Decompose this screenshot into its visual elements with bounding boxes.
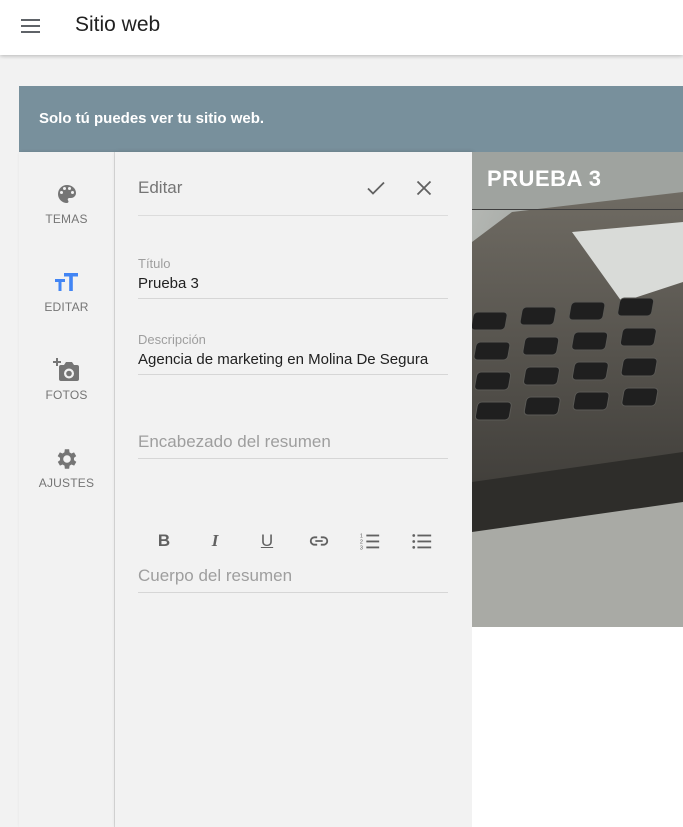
banner-text: Solo tú puedes ver tu sitio web. <box>39 110 265 127</box>
menu-icon[interactable] <box>20 15 42 37</box>
close-icon <box>416 180 432 196</box>
preview-content-area <box>472 627 683 827</box>
editor-panel: Editar Título Prueba 3 Descripción Agenc… <box>115 152 472 827</box>
editor-title: Editar <box>138 178 183 197</box>
numbered-list-button[interactable]: 1 2 3 <box>357 528 383 554</box>
preview-title-divider <box>472 209 683 210</box>
site-preview: PRUEBA 3 <box>472 152 683 627</box>
rail-label-ajustes: AJUSTES <box>38 476 95 490</box>
italic-button[interactable]: I <box>202 528 228 554</box>
rail-label-temas: TEMAS <box>45 212 88 226</box>
preview-site-title: PRUEBA 3 <box>487 166 602 191</box>
confirm-button[interactable] <box>364 176 388 200</box>
add-photo-icon <box>52 358 79 381</box>
description-input[interactable]: Agencia de marketing en Molina De Segura <box>138 351 448 375</box>
bold-button[interactable]: B <box>151 528 177 554</box>
gear-icon <box>57 449 76 469</box>
title-input[interactable]: Prueba 3 <box>138 275 448 299</box>
description-field[interactable]: Descripción Agencia de marketing en Moli… <box>138 332 448 375</box>
summary-body-field[interactable]: Cuerpo del resumen <box>138 566 448 593</box>
link-icon <box>309 536 329 546</box>
app-title: Sitio web <box>75 13 161 36</box>
side-rail: TEMAS EDITAR FOTOS AJUSTES <box>19 152 115 827</box>
title-field[interactable]: Título Prueba 3 <box>138 256 448 299</box>
close-button[interactable] <box>412 176 436 200</box>
summary-body-input[interactable]: Cuerpo del resumen <box>138 566 448 593</box>
svg-text:3: 3 <box>360 545 363 551</box>
underline-icon: U <box>260 531 274 550</box>
summary-heading-field[interactable]: Encabezado del resumen <box>138 432 448 459</box>
rail-item-editar[interactable]: EDITAR <box>19 270 114 314</box>
italic-icon: I <box>211 531 219 550</box>
link-button[interactable] <box>306 528 332 554</box>
bulleted-list-button[interactable] <box>409 528 435 554</box>
rail-label-editar: EDITAR <box>44 300 89 314</box>
bold-icon: B <box>157 531 171 550</box>
palette-icon <box>57 185 76 203</box>
editor-header: Editar <box>138 152 448 216</box>
rail-label-fotos: FOTOS <box>45 388 88 402</box>
preview-background-image <box>472 152 683 627</box>
underline-button[interactable]: U <box>254 528 280 554</box>
rail-item-temas[interactable]: TEMAS <box>19 182 114 226</box>
bulleted-list-icon <box>412 534 432 549</box>
summary-heading-input[interactable]: Encabezado del resumen <box>138 432 448 459</box>
numbered-list-icon: 1 2 3 <box>360 533 380 551</box>
rail-item-fotos[interactable]: FOTOS <box>19 356 114 402</box>
title-field-label: Título <box>138 256 171 271</box>
check-icon <box>367 181 385 195</box>
format-toolbar: B I U 1 2 3 <box>138 528 448 554</box>
rail-item-ajustes[interactable]: AJUSTES <box>19 446 114 490</box>
description-field-label: Descripción <box>138 332 206 347</box>
visibility-banner: Solo tú puedes ver tu sitio web. <box>19 86 683 152</box>
text-fields-icon <box>54 273 78 291</box>
app-bar: Sitio web <box>0 0 683 55</box>
